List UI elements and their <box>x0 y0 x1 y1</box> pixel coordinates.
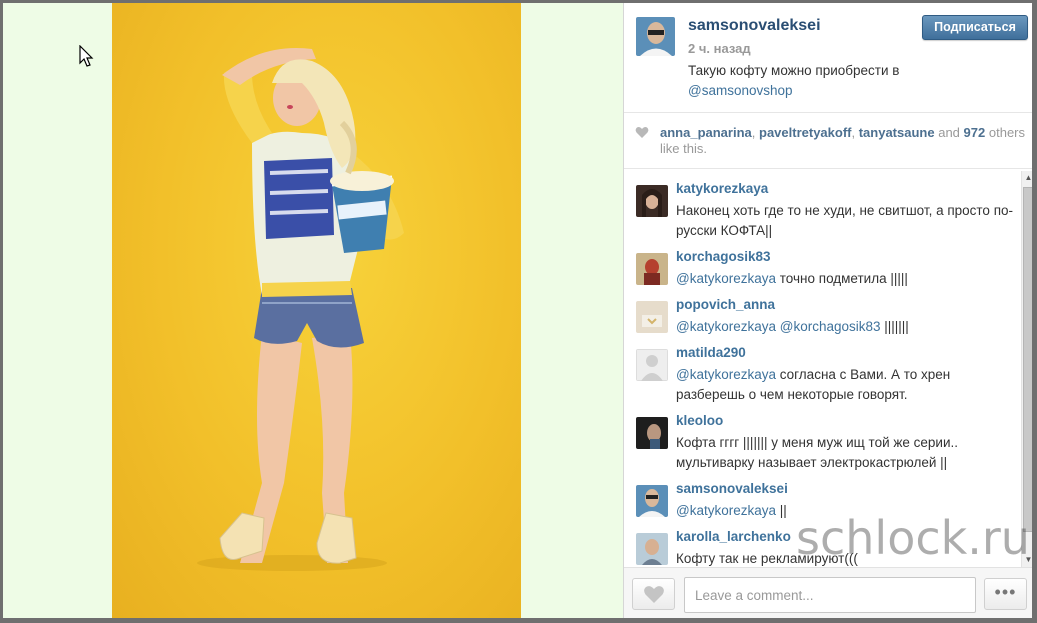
commenter-avatar[interactable] <box>636 485 668 517</box>
photo-area <box>3 3 623 618</box>
window-frame: samsonovaleksei 2 ч. назад Такую кофту м… <box>0 0 1037 623</box>
commenter-avatar[interactable] <box>636 253 668 285</box>
author-username[interactable]: samsonovaleksei <box>688 17 821 35</box>
photo-illustration <box>197 48 404 571</box>
comment-mention[interactable]: @katykorezkaya <box>676 271 776 286</box>
commenter-avatar[interactable] <box>636 417 668 449</box>
heart-icon <box>644 586 664 603</box>
follow-button[interactable]: Подписаться <box>922 15 1028 40</box>
comment-username[interactable]: korchagosik83 <box>676 249 771 264</box>
heart-icon <box>635 127 649 138</box>
caption-mention-link[interactable]: @samsonovshop <box>688 81 988 101</box>
comment-mention[interactable]: @katykorezkaya <box>676 367 776 382</box>
mouse-cursor-icon <box>79 45 94 67</box>
comment-input[interactable] <box>684 577 976 613</box>
post-header: samsonovaleksei 2 ч. назад Такую кофту м… <box>624 3 1032 113</box>
comment-username[interactable]: popovich_anna <box>676 297 775 312</box>
commenter-avatar[interactable] <box>636 185 668 217</box>
comments-scrollbar[interactable]: ▲ ▼ <box>1021 171 1032 567</box>
liker-link[interactable]: anna_panarina <box>660 125 752 140</box>
comment-text: @katykorezkaya @korchagosik83 ||||||| <box>676 317 1016 337</box>
comment-username[interactable]: kleoloo <box>676 413 723 428</box>
comment-body: Наконец хоть где то не худи, не свитшот,… <box>676 203 1014 238</box>
comment-username[interactable]: matilda290 <box>676 345 746 360</box>
comment-username[interactable]: karolla_larchenko <box>676 529 791 544</box>
comment-body: ||||||| <box>884 319 909 334</box>
likes-text: anna_panarina, paveltretyakoff, tanyatsa… <box>660 125 1026 156</box>
likes-count[interactable]: 972 <box>964 125 986 140</box>
likes-section: anna_panarina, paveltretyakoff, tanyatsa… <box>624 113 1032 169</box>
commenter-avatar[interactable] <box>636 533 668 565</box>
scrollbar-thumb[interactable] <box>1023 187 1032 532</box>
comment-text: @katykorezkaya согласна с Вами. А то хре… <box>676 365 1016 405</box>
comment-username[interactable]: katykorezkaya <box>676 181 768 196</box>
comment-username[interactable]: samsonovaleksei <box>676 481 788 496</box>
like-button[interactable] <box>632 578 675 610</box>
comment-body: точно подметила ||||| <box>779 271 908 286</box>
comment-mention[interactable]: @katykorezkaya @korchagosik83 <box>676 319 881 334</box>
comment-footer: ••• <box>624 567 1032 618</box>
post-photo[interactable] <box>112 3 521 618</box>
comment-body: || <box>779 503 787 518</box>
comments-list: katykorezkaya Наконец хоть где то не худ… <box>624 171 1021 567</box>
post-caption: Такую кофту можно приобрести в @samsonov… <box>688 61 988 101</box>
more-dots-icon[interactable]: ••• <box>984 578 1027 610</box>
comment-body: Кофта гггг ||||||| у меня муж ищ той же … <box>676 435 959 470</box>
liker-link[interactable]: tanyatsaune <box>859 125 935 140</box>
watermark-text: schlock.ru <box>796 511 1030 565</box>
post-timestamp[interactable]: 2 ч. назад <box>688 41 751 56</box>
comment-mention[interactable]: @katykorezkaya <box>676 503 776 518</box>
comment-text: Кофта гггг ||||||| у меня муж ищ той же … <box>676 433 1016 473</box>
caption-text: Такую кофту можно приобрести в <box>688 63 900 78</box>
liker-link[interactable]: paveltretyakoff <box>759 125 851 140</box>
author-avatar[interactable] <box>636 17 675 56</box>
commenter-avatar[interactable] <box>636 349 668 381</box>
likes-and: and <box>938 125 960 140</box>
scroll-up-arrow-icon[interactable]: ▲ <box>1022 171 1032 185</box>
comment-text: Наконец хоть где то не худи, не свитшот,… <box>676 201 1016 241</box>
commenter-avatar[interactable] <box>636 301 668 333</box>
comment-text: @katykorezkaya точно подметила ||||| <box>676 269 1016 289</box>
